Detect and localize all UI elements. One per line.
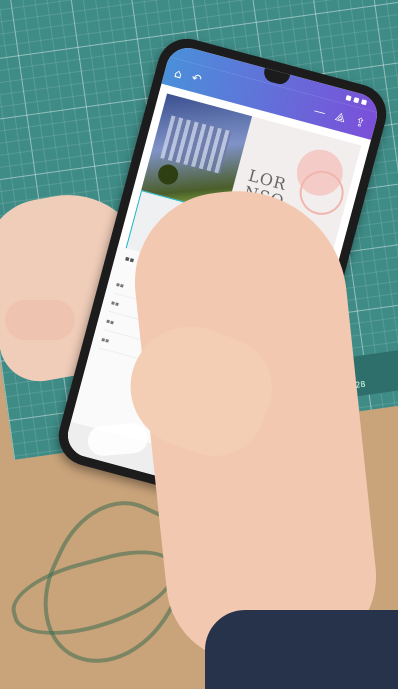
left-finger: [5, 300, 75, 340]
wifi-icon: [353, 96, 360, 103]
minus-icon[interactable]: —: [312, 103, 327, 120]
battery-icon: [361, 98, 368, 105]
signal-icon: [345, 94, 352, 101]
share-icon[interactable]: ⟁: [333, 109, 347, 125]
sweater-sleeve: [205, 610, 398, 689]
photo-plant: [155, 162, 181, 187]
upload-icon[interactable]: ⇪: [353, 114, 366, 130]
home-icon[interactable]: ⌂: [173, 66, 184, 81]
undo-icon[interactable]: ↶: [190, 71, 203, 87]
photo-scene: 26 27 28 ⌂ ↶ — ⟁ ⇪: [0, 0, 398, 689]
